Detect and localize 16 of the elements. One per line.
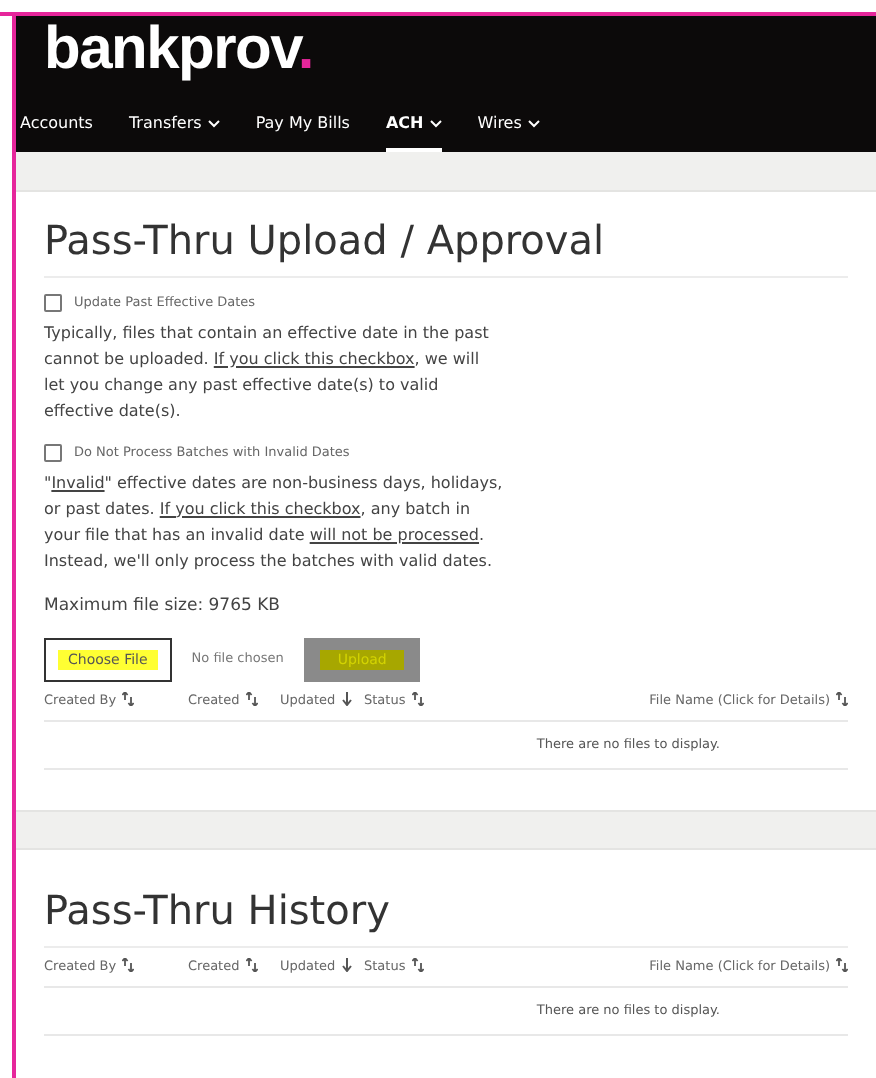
file-size-limit: Maximum file size: 9765 KB <box>44 593 283 619</box>
checkbox[interactable] <box>44 294 62 313</box>
checkbox[interactable] <box>44 444 62 463</box>
nav-tab[interactable]: Pay My Bills <box>255 112 350 152</box>
nav-tab[interactable]: Transfers <box>128 112 220 152</box>
help-link[interactable]: Invalid <box>51 473 105 491</box>
help-link[interactable]: If you click this checkbox <box>213 349 415 368</box>
page-heading: Pass-Thru History <box>44 886 848 949</box>
logo[interactable]: bankprov. <box>44 16 313 84</box>
nav-tab[interactable]: Accounts <box>20 112 93 152</box>
help-paragraph: "Invalid" effective dates are non-business days, holidays, or past dates. If you click this checkbox, any batch in your file that has an invalid date will not be processed. Instead, we'll only process the batches with valid dates. <box>44 471 504 573</box>
help-paragraph: Typically, files that contain an effective date in the past cannot be uploaded. If you click this checkbox, we will let you change any past effective date(s) to valid effective date(s). <box>44 321 491 424</box>
help-link[interactable]: If you click this checkbox <box>159 499 361 517</box>
page-heading: Pass-Thru Upload / Approval <box>44 216 848 278</box>
nav-tab[interactable]: Wires <box>477 112 540 152</box>
help-link[interactable]: will not be processed <box>309 525 480 543</box>
